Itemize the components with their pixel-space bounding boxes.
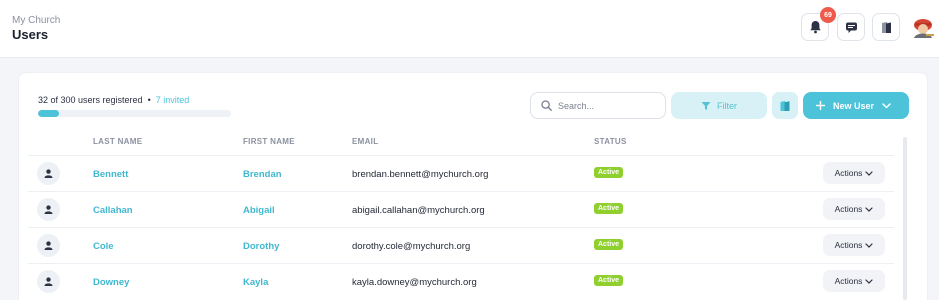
first-name-link[interactable]: Brendan xyxy=(243,169,282,180)
book-icon xyxy=(780,100,790,111)
table-scrollbar[interactable] xyxy=(903,137,907,300)
resources-button[interactable] xyxy=(872,13,900,41)
status-badge: Active xyxy=(594,239,624,250)
registration-progress-bar xyxy=(38,110,231,117)
column-header-email[interactable]: EMAIL xyxy=(352,137,378,146)
first-name-link[interactable]: Kayla xyxy=(243,277,268,288)
plus-icon xyxy=(816,101,825,110)
status-badge: Active xyxy=(594,275,624,286)
actions-label: Actions xyxy=(834,276,863,286)
table-row[interactable]: Bennett Brendan brendan.bennett@mychurch… xyxy=(28,155,894,191)
email-text: abigail.callahan@mychurch.org xyxy=(352,205,485,216)
status-badge: Active xyxy=(594,167,624,178)
invited-link[interactable]: 7 invited xyxy=(156,95,190,105)
actions-dropdown[interactable]: Actions xyxy=(823,198,885,220)
table-row[interactable]: Cole Dorothy dorothy.cole@mychurch.org A… xyxy=(28,227,894,263)
actions-dropdown[interactable]: Actions xyxy=(823,162,885,184)
chevron-down-icon xyxy=(865,278,874,284)
email-text: dorothy.cole@mychurch.org xyxy=(352,241,471,252)
last-name-link[interactable]: Cole xyxy=(93,241,114,252)
email-text: brendan.bennett@mychurch.org xyxy=(352,169,489,180)
chat-icon xyxy=(845,22,857,33)
page-title: Users xyxy=(12,27,49,42)
breadcrumb[interactable]: My Church xyxy=(12,15,60,26)
user-icon xyxy=(37,162,60,185)
actions-dropdown[interactable]: Actions xyxy=(823,234,885,256)
export-button[interactable] xyxy=(772,92,798,119)
bell-icon xyxy=(809,21,821,34)
search-input[interactable] xyxy=(558,100,653,111)
top-header: My Church Users 69 xyxy=(0,0,939,58)
new-user-button[interactable]: New User xyxy=(803,92,909,119)
messages-button[interactable] xyxy=(837,13,865,41)
filter-label: Filter xyxy=(717,100,737,111)
column-header-status[interactable]: STATUS xyxy=(594,137,627,146)
chevron-down-icon xyxy=(865,206,874,212)
registered-count: 32 of 300 users registered xyxy=(38,95,143,105)
user-avatar[interactable] xyxy=(910,14,936,40)
chevron-down-icon xyxy=(865,242,874,248)
user-avatar-icon xyxy=(914,19,934,38)
column-header-last-name[interactable]: LAST NAME xyxy=(93,137,142,146)
email-text: kayla.downey@mychurch.org xyxy=(352,277,477,288)
actions-label: Actions xyxy=(834,168,863,178)
registration-summary: 32 of 300 users registered • 7 invited xyxy=(38,95,189,105)
book-icon xyxy=(881,21,891,33)
filter-icon xyxy=(701,101,711,110)
first-name-link[interactable]: Abigail xyxy=(243,205,275,216)
last-name-link[interactable]: Downey xyxy=(93,277,129,288)
notification-count-badge: 69 xyxy=(820,7,836,23)
actions-label: Actions xyxy=(834,240,863,250)
search-box[interactable] xyxy=(530,92,666,119)
search-icon xyxy=(541,100,552,111)
separator-dot: • xyxy=(147,95,151,105)
actions-label: Actions xyxy=(834,204,863,214)
filter-button[interactable]: Filter xyxy=(671,92,767,119)
registration-progress-fill xyxy=(38,110,59,117)
column-header-first-name[interactable]: FIRST NAME xyxy=(243,137,295,146)
last-name-link[interactable]: Callahan xyxy=(93,205,133,216)
user-icon xyxy=(37,198,60,221)
status-badge: Active xyxy=(594,203,624,214)
chevron-down-icon xyxy=(865,170,874,176)
actions-dropdown[interactable]: Actions xyxy=(823,270,885,292)
last-name-link[interactable]: Bennett xyxy=(93,169,128,180)
user-icon xyxy=(37,234,60,257)
first-name-link[interactable]: Dorothy xyxy=(243,241,279,252)
user-icon xyxy=(37,270,60,293)
table-row[interactable]: Callahan Abigail abigail.callahan@mychur… xyxy=(28,191,894,227)
table-row[interactable]: Downey Kayla kayla.downey@mychurch.org A… xyxy=(28,263,894,299)
chevron-down-icon xyxy=(882,102,891,109)
new-user-label: New User xyxy=(833,100,875,111)
